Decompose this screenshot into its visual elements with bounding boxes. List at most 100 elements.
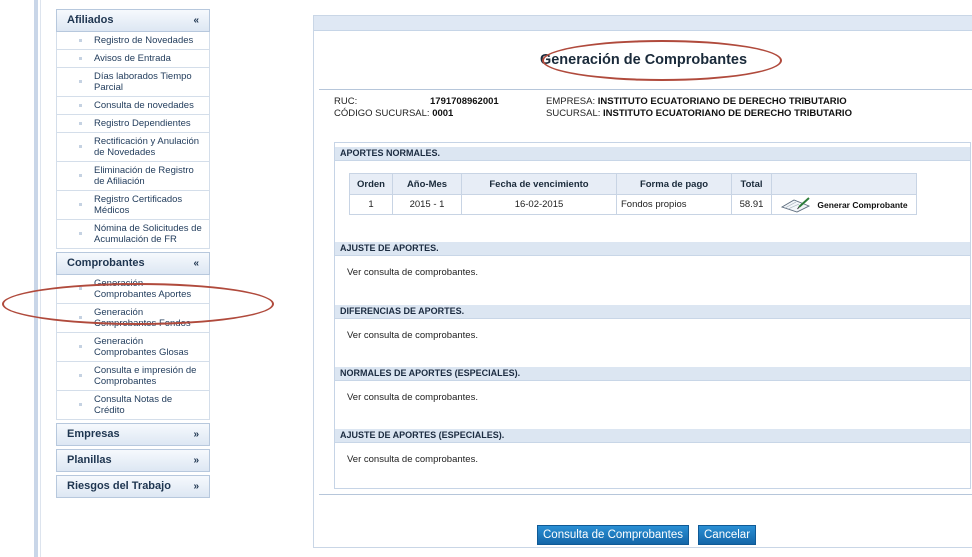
consulta-comprobantes-button[interactable]: Consulta de Comprobantes: [537, 525, 689, 545]
sidebar-item-label: Registro Certificados Médicos: [94, 194, 183, 216]
sidebar-item-dias-laborados[interactable]: Días laborados Tiempo Parcial: [56, 68, 210, 97]
bullet-icon: [79, 56, 82, 60]
chevron-down-icon[interactable]: »: [193, 476, 199, 497]
bullet-icon: [79, 203, 82, 206]
codigo-label: CÓDIGO SUCURSAL:: [334, 108, 430, 119]
generar-wrap: Generar Comprobante: [772, 196, 916, 213]
bullet-icon: [79, 345, 82, 348]
sucursal-row: SUCURSAL: INSTITUTO ECUATORIANO DE DEREC…: [546, 108, 852, 119]
sidebar-item-avisos-entrada[interactable]: Avisos de Entrada: [56, 50, 210, 68]
sidebar-item-nomina-solicitudes[interactable]: Nómina de Solicitudes de Acumulación de …: [56, 220, 210, 249]
ruc-row: RUC: 1791708962001: [334, 96, 499, 107]
sidebar-item-label: Días laborados Tiempo Parcial: [94, 71, 192, 93]
section-title: Afiliados: [67, 14, 114, 26]
sidebar: Afiliados « Registro de Novedades Avisos…: [56, 9, 210, 498]
sidebar-item-generacion-glosas[interactable]: Generación Comprobantes Glosas: [56, 333, 210, 362]
sidebar-section-planillas[interactable]: Planillas »: [56, 449, 210, 472]
column-header: Orden: [349, 173, 393, 195]
ver-consulta-link[interactable]: Ver consulta de comprobantes.: [347, 392, 478, 403]
sidebar-item-certificados-medicos[interactable]: Registro Certificados Médicos: [56, 191, 210, 220]
section-title: Planillas: [67, 454, 112, 466]
sidebar-item-label: Registro Dependientes: [94, 118, 191, 129]
sidebar-item-label: Consulta Notas de Crédito: [94, 394, 173, 416]
table-row: 1 2015 - 1 16-02-2015 Fondos propios 58.…: [349, 194, 917, 215]
sidebar-item-consulta-novedades[interactable]: Consulta de novedades: [56, 97, 210, 115]
ver-consulta-link[interactable]: Ver consulta de comprobantes.: [347, 267, 478, 278]
empresa-row: EMPRESA: INSTITUTO ECUATORIANO DE DERECH…: [546, 96, 847, 107]
cell-total: 58.91: [731, 194, 772, 215]
table-header-row: Orden Año-Mes Fecha de vencimiento Forma…: [349, 173, 917, 195]
bullet-icon: [79, 174, 82, 177]
sidebar-section-empresas[interactable]: Empresas »: [56, 423, 210, 446]
column-header-action: [771, 173, 917, 195]
section-title-aportes-normales: APORTES NORMALES.: [335, 147, 970, 161]
cancel-button[interactable]: Cancelar: [698, 525, 757, 545]
aportes-table: Orden Año-Mes Fecha de vencimiento Forma…: [349, 173, 917, 215]
section-title-ajuste-especiales: AJUSTE DE APORTES (ESPECIALES).: [335, 429, 970, 443]
sidebar-item-label: Avisos de Entrada: [94, 53, 171, 64]
document-pen-icon: [781, 196, 811, 212]
sidebar-item-notas-credito[interactable]: Consulta Notas de Crédito: [56, 391, 210, 420]
chevron-down-icon[interactable]: »: [193, 450, 199, 471]
left-edge-line: [40, 0, 41, 557]
sidebar-section-comprobantes[interactable]: Comprobantes «: [56, 252, 210, 275]
sidebar-item-label: Generación Comprobantes Glosas: [94, 336, 189, 358]
divider: [319, 494, 972, 495]
ver-consulta-link[interactable]: Ver consulta de comprobantes.: [347, 454, 478, 465]
section-title-ajuste: AJUSTE DE APORTES.: [335, 242, 970, 256]
sidebar-item-registro-novedades[interactable]: Registro de Novedades: [56, 32, 210, 50]
left-edge-bar: [34, 0, 38, 557]
chevron-up-icon[interactable]: «: [193, 10, 199, 31]
section-title: Empresas: [67, 428, 120, 440]
sidebar-item-rectificacion[interactable]: Rectificación y Anulación de Novedades: [56, 133, 210, 162]
main-panel: Generación de Comprobantes RUC: 17917089…: [313, 15, 972, 548]
ruc-value: 1791708962001: [430, 96, 499, 107]
bullet-icon: [79, 80, 82, 83]
divider: [319, 89, 972, 90]
cell-forma-pago: Fondos propios: [616, 194, 732, 215]
cell-orden: 1: [349, 194, 393, 215]
generar-comprobante-button[interactable]: Generar Comprobante: [771, 194, 917, 215]
aportes-container: APORTES NORMALES. Orden Año-Mes Fecha de…: [334, 142, 971, 489]
section-title: Riesgos del Trabajo: [67, 480, 171, 492]
sidebar-item-label: Consulta de novedades: [94, 100, 194, 111]
sidebar-item-label: Rectificación y Anulación de Novedades: [94, 136, 200, 158]
sidebar-item-label: Eliminación de Registro de Afiliación: [94, 165, 194, 187]
codigo-value: 0001: [432, 108, 454, 119]
sidebar-section-riesgos[interactable]: Riesgos del Trabajo »: [56, 475, 210, 498]
sidebar-item-registro-dependientes[interactable]: Registro Dependientes: [56, 115, 210, 133]
ruc-label: RUC:: [334, 96, 358, 107]
sidebar-item-label: Registro de Novedades: [94, 35, 194, 46]
bullet-icon: [79, 374, 82, 377]
bullet-icon: [79, 232, 82, 235]
column-header: Total: [731, 173, 772, 195]
annotation-oval-title: [542, 40, 782, 81]
sidebar-item-eliminacion-registro[interactable]: Eliminación de Registro de Afiliación: [56, 162, 210, 191]
section-title: Comprobantes: [67, 257, 145, 269]
cell-fecha: 16-02-2015: [461, 194, 617, 215]
column-header: Fecha de vencimiento: [461, 173, 617, 195]
column-header: Año-Mes: [392, 173, 462, 195]
chevron-down-icon[interactable]: »: [193, 424, 199, 445]
bullet-icon: [79, 103, 82, 107]
generar-comprobante-label: Generar Comprobante: [817, 199, 908, 210]
codigo-row: CÓDIGO SUCURSAL: 0001: [334, 108, 453, 119]
sidebar-section-afiliados[interactable]: Afiliados «: [56, 9, 210, 32]
section-title-diferencias: DIFERENCIAS DE APORTES.: [335, 305, 970, 319]
section-title-normales-especiales: NORMALES DE APORTES (ESPECIALES).: [335, 367, 970, 381]
bullet-icon: [79, 38, 82, 42]
sidebar-item-label: Nómina de Solicitudes de Acumulación de …: [94, 223, 202, 245]
ver-consulta-link[interactable]: Ver consulta de comprobantes.: [347, 330, 478, 341]
sidebar-item-consulta-impresion[interactable]: Consulta e impresión de Comprobantes: [56, 362, 210, 391]
annotation-oval-sidebar: [2, 283, 274, 325]
bullet-icon: [79, 145, 82, 148]
cell-anio-mes: 2015 - 1: [392, 194, 462, 215]
sucursal-value: INSTITUTO ECUATORIANO DE DERECHO TRIBUTA…: [603, 108, 852, 119]
sidebar-item-label: Consulta e impresión de Comprobantes: [94, 365, 197, 387]
sucursal-label: SUCURSAL:: [546, 108, 601, 119]
empresa-value: INSTITUTO ECUATORIANO DE DERECHO TRIBUTA…: [597, 96, 847, 107]
chevron-up-icon[interactable]: «: [193, 253, 199, 274]
bullet-icon: [79, 121, 82, 125]
column-header: Forma de pago: [616, 173, 732, 195]
bullet-icon: [79, 403, 82, 406]
